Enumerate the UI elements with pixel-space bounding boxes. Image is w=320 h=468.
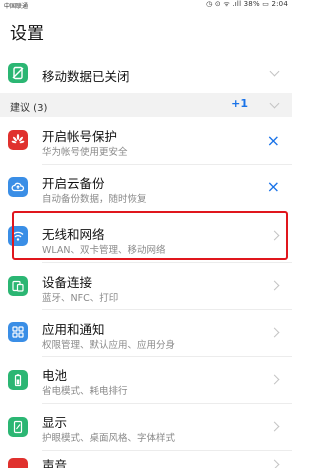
settings-item-label: 显示 bbox=[42, 415, 68, 430]
chevron-right-icon bbox=[269, 421, 280, 432]
settings-item-label: 应用和通知 bbox=[42, 322, 105, 337]
cloud-backup-icon bbox=[8, 177, 28, 197]
chevron-down-icon[interactable] bbox=[269, 98, 280, 109]
suggestion-sub: 自动备份数据，随时恢复 bbox=[42, 194, 147, 205]
carrier-name: 中国联通 bbox=[4, 3, 29, 10]
suggestions-label: 建议 (3) bbox=[10, 103, 48, 114]
chevron-right-icon bbox=[269, 459, 280, 468]
settings-item-label: 声音 bbox=[42, 458, 68, 468]
settings-item-sub: 护眼模式、桌面风格、字体样式 bbox=[42, 433, 176, 444]
sound-icon bbox=[8, 458, 28, 468]
settings-item-display[interactable]: 显示 护眼模式、桌面风格、字体样式 bbox=[0, 404, 292, 450]
suggestion-sub: 华为帐号使用更安全 bbox=[42, 147, 128, 158]
mobile-data-icon bbox=[8, 63, 28, 83]
status-bar: 中国联通 ◷ ⊙ ᯤ .ıll 38% ▭ 2:04 bbox=[0, 0, 292, 10]
settings-item-apps-notifications[interactable]: 应用和通知 权限管理、默认应用、应用分身 bbox=[0, 310, 292, 356]
settings-item-sub: 省电模式、耗电排行 bbox=[42, 386, 128, 397]
close-icon[interactable]: × bbox=[267, 133, 280, 149]
settings-item-device-connection[interactable]: 设备连接 蓝牙、NFC、打印 bbox=[0, 263, 292, 309]
apps-icon bbox=[8, 322, 28, 342]
chevron-right-icon bbox=[269, 327, 280, 338]
chevron-right-icon bbox=[269, 280, 280, 291]
device-connection-icon bbox=[8, 276, 28, 296]
chevron-down-icon[interactable] bbox=[269, 66, 280, 77]
settings-item-sound[interactable]: 声音 bbox=[0, 451, 292, 468]
suggestions-count: +1 bbox=[231, 97, 248, 110]
suggestion-label: 开启帐号保护 bbox=[42, 129, 118, 144]
suggestion-label: 开启云备份 bbox=[42, 176, 105, 191]
huawei-icon bbox=[8, 130, 28, 150]
settings-item-label: 设备连接 bbox=[42, 275, 93, 290]
battery-icon bbox=[8, 370, 28, 390]
settings-item-sub: 权限管理、默认应用、应用分身 bbox=[42, 340, 176, 351]
settings-item-battery[interactable]: 电池 省电模式、耗电排行 bbox=[0, 357, 292, 403]
status-icons: ◷ ⊙ ᯤ .ıll 38% ▭ 2:04 bbox=[206, 0, 288, 8]
chevron-right-icon bbox=[269, 374, 280, 385]
suggestion-cloud-backup[interactable]: 开启云备份 自动备份数据，随时恢复 × bbox=[0, 165, 292, 210]
mobile-data-row[interactable]: 移动数据已关闭 bbox=[0, 55, 292, 91]
close-icon[interactable]: × bbox=[267, 179, 280, 195]
highlight-box bbox=[12, 211, 288, 260]
settings-item-sub: 蓝牙、NFC、打印 bbox=[42, 293, 119, 304]
page-title: 设置 bbox=[10, 24, 44, 44]
display-icon bbox=[8, 417, 28, 437]
suggestion-account-protection[interactable]: 开启帐号保护 华为帐号使用更安全 × bbox=[0, 118, 292, 164]
settings-item-label: 电池 bbox=[42, 368, 68, 383]
mobile-data-label: 移动数据已关闭 bbox=[42, 69, 130, 84]
suggestions-header[interactable]: 建议 (3) +1 bbox=[0, 93, 292, 117]
